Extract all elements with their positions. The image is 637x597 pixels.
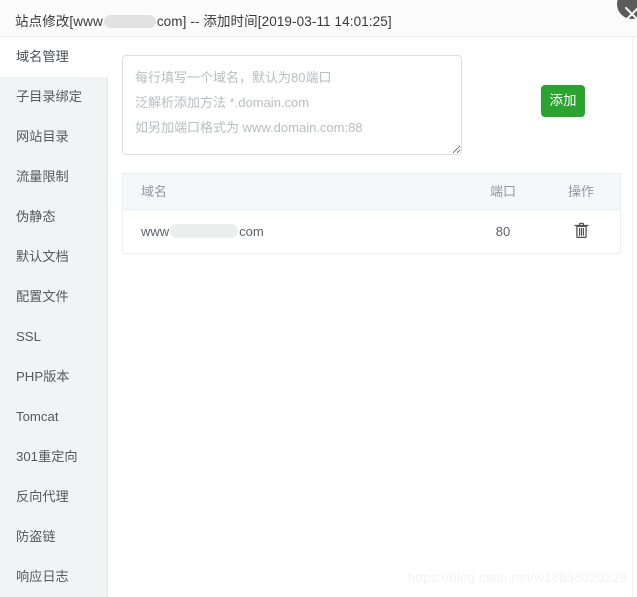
sidebar-item-label: 防盗链	[16, 529, 56, 544]
dialog-title-prefix: 站点修改[www	[15, 14, 103, 29]
dialog-title: 站点修改[www com] -- 添加时间[2019-03-11 14:01:25…	[15, 10, 392, 30]
column-header-port: 端口	[489, 184, 516, 199]
cell-domain-prefix: www	[141, 224, 170, 239]
sidebar-item-php-version[interactable]: PHP版本	[0, 357, 107, 397]
sidebar: 域名管理 子目录绑定 网站目录 流量限制 伪静态 默认文档 配置文件 SSL P…	[0, 37, 108, 597]
sidebar-item-label: 配置文件	[16, 289, 69, 304]
sidebar-item-subdirectory-binding[interactable]: 子目录绑定	[0, 77, 107, 117]
sidebar-item-label: 流量限制	[16, 169, 69, 184]
sidebar-item-301-redirect[interactable]: 301重定向	[0, 437, 107, 477]
site-edit-dialog: 站点修改[www com] -- 添加时间[2019-03-11 14:01:25…	[0, 0, 637, 597]
sidebar-item-label: 网站目录	[16, 129, 69, 144]
table-header-row: 域名 端口 操作	[123, 174, 620, 210]
add-domain-button[interactable]: 添加	[541, 85, 585, 117]
table-row: www com 80	[123, 210, 620, 253]
sidebar-item-reverse-proxy[interactable]: 反向代理	[0, 477, 107, 517]
sidebar-item-response-log[interactable]: 响应日志	[0, 557, 107, 597]
column-header-operation: 操作	[567, 184, 594, 199]
redacted-domain-block	[103, 15, 156, 28]
sidebar-item-label: 反向代理	[16, 489, 69, 504]
sidebar-item-label: PHP版本	[16, 369, 70, 384]
cell-domain: www com	[123, 210, 464, 253]
watermark-text: https://blog.csdn.net/w18838020329	[407, 570, 627, 585]
redacted-domain-block	[170, 224, 239, 238]
close-icon[interactable]	[617, 0, 637, 21]
trash-glyph	[573, 222, 589, 238]
domain-input[interactable]	[122, 55, 462, 155]
dialog-titlebar: 站点修改[www com] -- 添加时间[2019-03-11 14:01:25…	[0, 0, 637, 37]
sidebar-item-config-file[interactable]: 配置文件	[0, 277, 107, 317]
sidebar-item-traffic-limit[interactable]: 流量限制	[0, 157, 107, 197]
sidebar-item-domain-management[interactable]: 域名管理	[0, 37, 108, 77]
column-header-domain: 域名	[141, 184, 168, 199]
trash-icon[interactable]	[573, 213, 589, 256]
sidebar-item-label: 301重定向	[16, 449, 78, 464]
sidebar-item-tomcat[interactable]: Tomcat	[0, 397, 107, 437]
vertical-scrollbar[interactable]	[632, 37, 637, 597]
cell-port: 80	[495, 224, 511, 239]
sidebar-item-default-document[interactable]: 默认文档	[0, 237, 107, 277]
dialog-title-suffix: com] -- 添加时间[2019-03-11 14:01:25]	[156, 14, 392, 29]
close-glyph	[625, 7, 637, 21]
sidebar-item-label: Tomcat	[16, 409, 59, 424]
cell-domain-suffix: com	[239, 224, 264, 239]
sidebar-item-label: SSL	[16, 329, 41, 344]
sidebar-item-label: 域名管理	[16, 49, 69, 64]
sidebar-item-site-directory[interactable]: 网站目录	[0, 117, 107, 157]
sidebar-item-pseudo-static[interactable]: 伪静态	[0, 197, 107, 237]
sidebar-item-ssl[interactable]: SSL	[0, 317, 107, 357]
sidebar-item-anti-leech[interactable]: 防盗链	[0, 517, 107, 557]
sidebar-item-label: 伪静态	[16, 209, 56, 224]
add-domain-row: 添加	[109, 37, 637, 157]
sidebar-item-label: 子目录绑定	[16, 89, 82, 104]
main-content: 添加 域名 端口 操作 www com 80	[109, 37, 637, 597]
cell-operation	[542, 210, 620, 253]
domain-table: 域名 端口 操作 www com 80	[122, 173, 621, 254]
sidebar-item-label: 响应日志	[16, 569, 69, 584]
sidebar-item-label: 默认文档	[16, 249, 69, 264]
